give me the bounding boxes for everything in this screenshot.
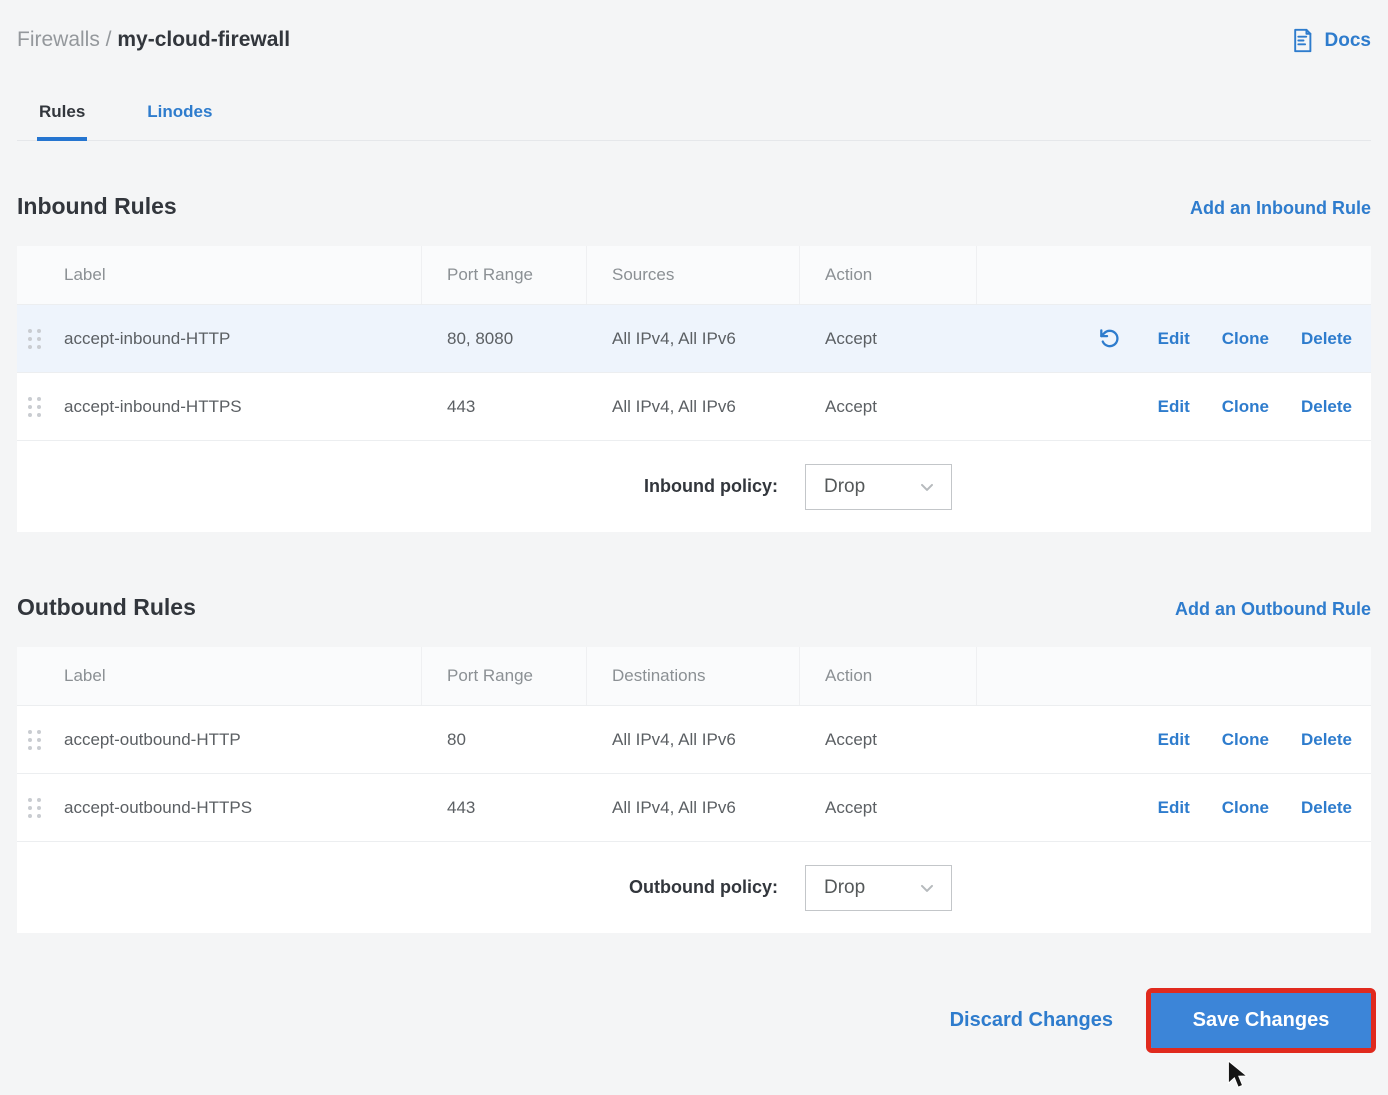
column-header-actions: [977, 647, 1371, 705]
delete-button[interactable]: Delete: [1301, 730, 1352, 750]
undo-icon[interactable]: [1097, 327, 1120, 350]
chevron-down-icon: [917, 878, 937, 898]
rule-label: accept-inbound-HTTPS: [64, 397, 242, 416]
rule-action: Accept: [800, 397, 977, 417]
rule-destinations: All IPv4, All IPv6: [587, 730, 800, 750]
rule-sources: All IPv4, All IPv6: [587, 397, 800, 417]
drag-handle-icon[interactable]: [28, 730, 41, 750]
column-header-port-range: Port Range: [422, 246, 587, 304]
breadcrumb-firewalls-link[interactable]: Firewalls /: [17, 28, 112, 51]
column-header-port-range: Port Range: [422, 647, 587, 705]
clone-button[interactable]: Clone: [1222, 730, 1269, 750]
discard-changes-button[interactable]: Discard Changes: [950, 1009, 1113, 1032]
outbound-section-header: Outbound Rules Add an Outbound Rule: [17, 594, 1371, 621]
table-row-outbound-https: accept-outbound-HTTPS 443 All IPv4, All …: [17, 773, 1371, 841]
edit-button[interactable]: Edit: [1158, 329, 1190, 349]
edit-button[interactable]: Edit: [1158, 730, 1190, 750]
inbound-rules-table: Label Port Range Sources Action accept-i…: [17, 246, 1371, 532]
docs-link[interactable]: Docs: [1289, 25, 1371, 54]
add-inbound-rule-link[interactable]: Add an Inbound Rule: [1190, 198, 1371, 219]
breadcrumb: Firewalls / my-cloud-firewall: [17, 25, 290, 55]
rule-label: accept-outbound-HTTP: [64, 730, 241, 749]
outbound-rules-title: Outbound Rules: [17, 594, 196, 621]
column-header-action: Action: [800, 246, 977, 304]
outbound-rules-table: Label Port Range Destinations Action acc…: [17, 647, 1371, 933]
clone-button[interactable]: Clone: [1222, 798, 1269, 818]
outbound-policy-label: Outbound policy:: [629, 877, 778, 898]
rule-port-range: 443: [422, 798, 587, 818]
edit-button[interactable]: Edit: [1158, 397, 1190, 417]
rule-action: Accept: [800, 329, 977, 349]
rule-port-range: 443: [422, 397, 587, 417]
page-title: my-cloud-firewall: [117, 28, 290, 51]
outbound-policy-row: Outbound policy: Drop: [17, 841, 1371, 933]
table-row-inbound-https: accept-inbound-HTTPS 443 All IPv4, All I…: [17, 372, 1371, 440]
tab-linodes[interactable]: Linodes: [145, 102, 214, 140]
save-changes-button[interactable]: Save Changes: [1151, 993, 1371, 1048]
delete-button[interactable]: Delete: [1301, 329, 1352, 349]
drag-handle-icon[interactable]: [28, 798, 41, 818]
column-header-sources: Sources: [587, 246, 800, 304]
rule-port-range: 80: [422, 730, 587, 750]
drag-handle-icon[interactable]: [28, 329, 41, 349]
docs-link-label: Docs: [1325, 30, 1371, 52]
tab-rules[interactable]: Rules: [37, 102, 87, 141]
inbound-policy-label: Inbound policy:: [644, 476, 778, 497]
form-actions: Discard Changes Save Changes: [17, 993, 1371, 1048]
column-header-destinations: Destinations: [587, 647, 800, 705]
rule-destinations: All IPv4, All IPv6: [587, 798, 800, 818]
rule-sources: All IPv4, All IPv6: [587, 329, 800, 349]
rule-label: accept-outbound-HTTPS: [64, 798, 252, 817]
column-header-actions: [977, 246, 1371, 304]
rule-port-range: 80, 8080: [422, 329, 587, 349]
edit-button[interactable]: Edit: [1158, 798, 1190, 818]
outbound-policy-value: Drop: [824, 877, 865, 899]
inbound-policy-row: Inbound policy: Drop: [17, 440, 1371, 532]
delete-button[interactable]: Delete: [1301, 397, 1352, 417]
table-row-outbound-http: accept-outbound-HTTP 80 All IPv4, All IP…: [17, 705, 1371, 773]
outbound-table-header: Label Port Range Destinations Action: [17, 647, 1371, 705]
docs-icon: [1289, 27, 1316, 54]
inbound-policy-value: Drop: [824, 476, 865, 498]
inbound-rules-title: Inbound Rules: [17, 193, 177, 220]
add-outbound-rule-link[interactable]: Add an Outbound Rule: [1175, 599, 1371, 620]
rule-action: Accept: [800, 730, 977, 750]
rule-action: Accept: [800, 798, 977, 818]
inbound-policy-select[interactable]: Drop: [805, 464, 952, 510]
rule-label: accept-inbound-HTTP: [64, 329, 230, 348]
column-header-action: Action: [800, 647, 977, 705]
tab-bar: Rules Linodes: [17, 102, 1371, 141]
column-header-label: Label: [17, 647, 422, 705]
chevron-down-icon: [917, 477, 937, 497]
clone-button[interactable]: Clone: [1222, 329, 1269, 349]
mouse-cursor: [1226, 1060, 1252, 1095]
delete-button[interactable]: Delete: [1301, 798, 1352, 818]
table-row-inbound-http: accept-inbound-HTTP 80, 8080 All IPv4, A…: [17, 304, 1371, 372]
drag-handle-icon[interactable]: [28, 397, 41, 417]
clone-button[interactable]: Clone: [1222, 397, 1269, 417]
inbound-table-header: Label Port Range Sources Action: [17, 246, 1371, 304]
outbound-policy-select[interactable]: Drop: [805, 865, 952, 911]
inbound-section-header: Inbound Rules Add an Inbound Rule: [17, 193, 1371, 220]
column-header-label: Label: [17, 246, 422, 304]
page-header: Firewalls / my-cloud-firewall Docs: [17, 0, 1371, 55]
